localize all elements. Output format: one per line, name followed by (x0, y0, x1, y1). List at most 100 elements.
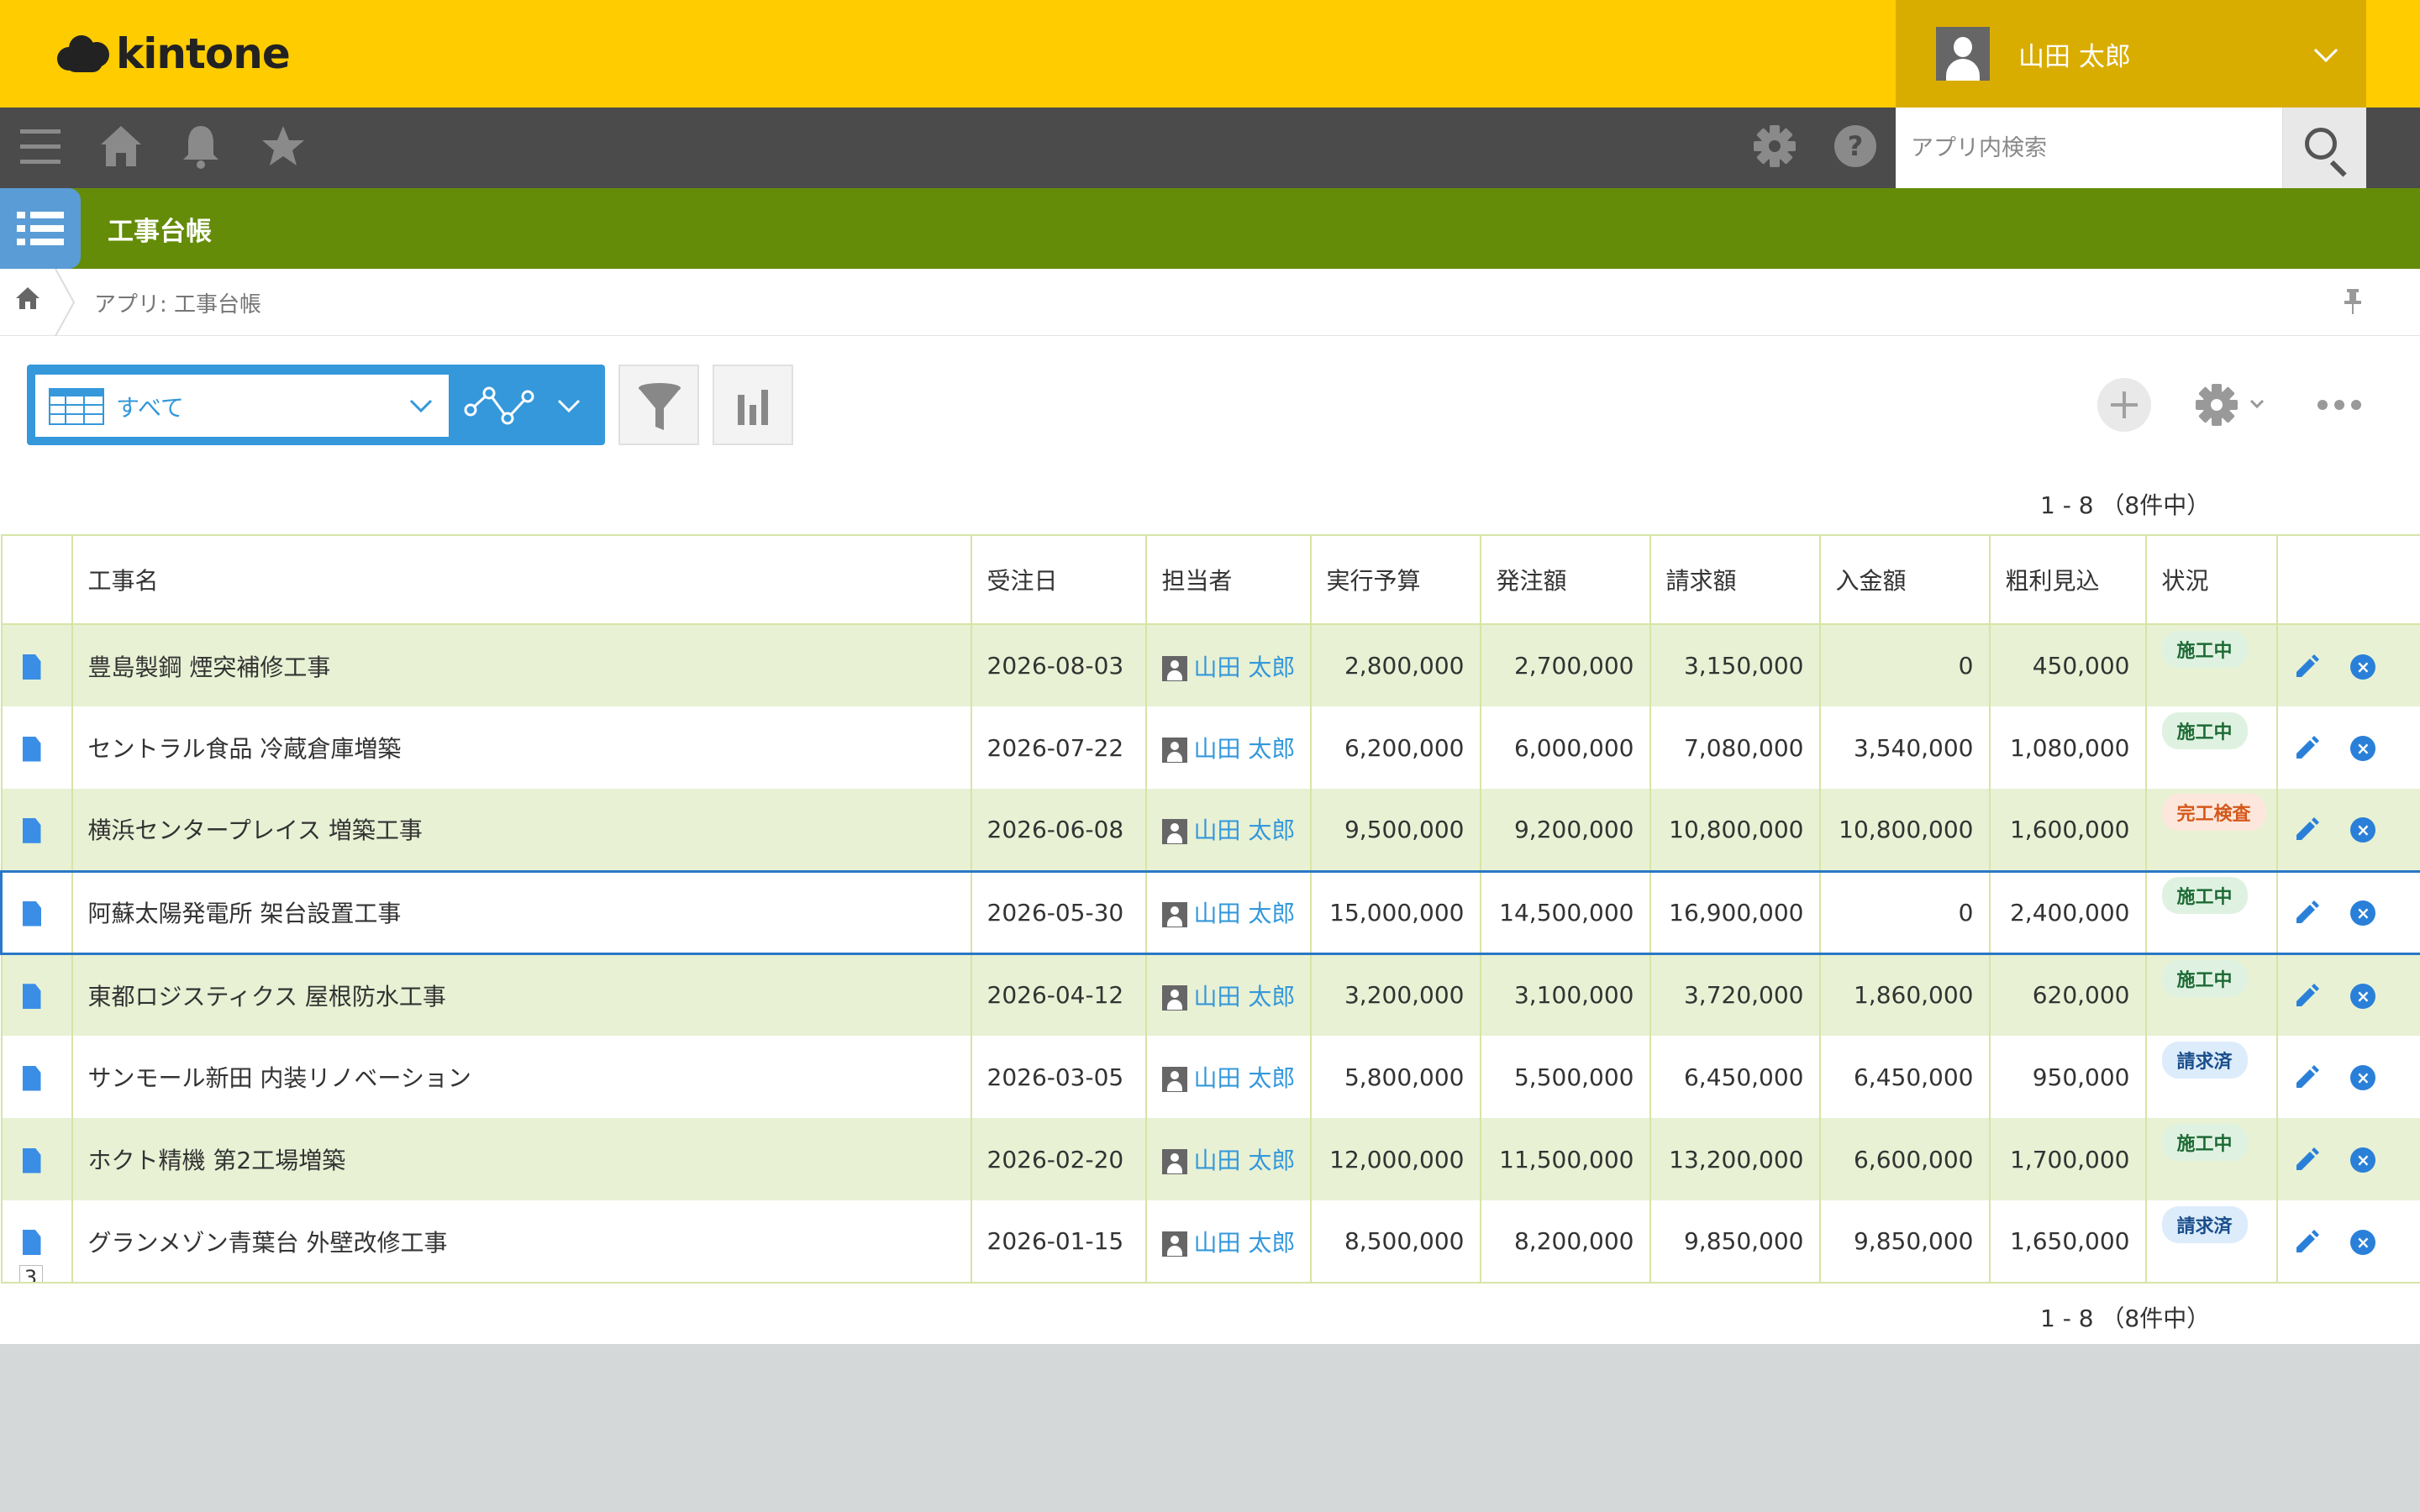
edit-pencil-icon[interactable] (2293, 983, 2320, 1010)
delete-record-icon[interactable]: × (2350, 654, 2376, 680)
column-header[interactable]: 請求額 (1649, 534, 1821, 625)
table-row[interactable]: ホクト精機 第2工場増築 2026-02-20 山田 太郎 12,000,000 11,… (0, 1118, 2420, 1200)
delete-record-icon[interactable]: × (2350, 983, 2376, 1009)
record-detail-cell[interactable] (0, 1036, 73, 1118)
svg-text:?: ? (1848, 130, 1864, 162)
invoice-amount-cell: 10,800,000 (1649, 789, 1821, 871)
paid-amount-cell: 3,540,000 (1819, 706, 1991, 789)
more-options-icon[interactable] (2317, 398, 2361, 412)
column-header[interactable]: 実行予算 (1310, 534, 1481, 625)
record-detail-icon[interactable] (22, 817, 41, 843)
record-detail-cell[interactable] (0, 789, 73, 871)
assignee-link[interactable]: 山田 太郎 (1194, 816, 1296, 844)
table-row[interactable]: セントラル食品 冷蔵倉庫増築 2026-07-22 山田 太郎 6,200,000 6,… (0, 706, 2420, 789)
gross-profit-cell: 1,700,000 (1989, 1118, 2147, 1200)
record-detail-cell[interactable]: 3 (0, 1200, 73, 1284)
assignee-link[interactable]: 山田 太郎 (1194, 900, 1296, 927)
bell-icon[interactable] (180, 123, 222, 170)
column-header-actions (2276, 534, 2420, 625)
record-detail-cell[interactable] (0, 624, 73, 706)
record-detail-icon[interactable] (22, 654, 41, 680)
edit-pencil-icon[interactable] (2293, 1229, 2320, 1256)
menu-icon[interactable] (20, 126, 60, 170)
edit-pencil-icon[interactable] (2293, 816, 2320, 843)
assignee-link[interactable]: 山田 太郎 (1194, 1064, 1296, 1092)
table-row[interactable]: サンモール新田 内装リノベーション 2026-03-05 山田 太郎 5,800,00… (0, 1036, 2420, 1118)
record-detail-icon[interactable] (23, 900, 41, 927)
home-icon[interactable] (99, 123, 143, 168)
add-record-button[interactable] (2097, 378, 2151, 432)
status-cell: 請求済 (2145, 1036, 2278, 1118)
table-row[interactable]: 豊島製鋼 煙突補修工事 2026-08-03 山田 太郎 2,800,000 2,700… (0, 624, 2420, 706)
global-header: kintone 山田 太郎 (0, 0, 2420, 108)
assignee-link[interactable]: 山田 太郎 (1194, 654, 1296, 681)
assignee-link[interactable]: 山田 太郎 (1194, 983, 1296, 1011)
delete-record-icon[interactable]: × (2350, 1065, 2376, 1090)
table-row[interactable]: 横浜センタープレイス 増築工事 2026-06-08 山田 太郎 9,500,000 9… (0, 789, 2420, 871)
app-list-icon[interactable] (0, 188, 81, 269)
settings-gear-icon[interactable] (1753, 124, 1797, 168)
record-detail-icon[interactable] (22, 1230, 41, 1255)
column-header[interactable]: 工事名 (71, 534, 972, 625)
record-detail-cell[interactable] (0, 953, 73, 1036)
record-detail-icon[interactable] (22, 1147, 41, 1173)
row-actions-cell: × (2276, 789, 2420, 871)
column-header[interactable]: 粗利見込 (1989, 534, 2147, 625)
star-icon[interactable] (260, 124, 306, 168)
edit-pencil-icon[interactable] (2293, 1147, 2320, 1173)
user-icon (1161, 738, 1187, 763)
record-detail-icon[interactable] (22, 736, 41, 762)
graph-view-icon[interactable] (464, 385, 534, 427)
delete-record-icon[interactable]: × (2350, 817, 2376, 843)
logo-text: kintone (116, 29, 291, 78)
column-header[interactable]: 担当者 (1145, 534, 1312, 625)
kintone-logo[interactable]: kintone (57, 29, 291, 79)
record-detail-icon[interactable] (22, 1065, 41, 1091)
assignee-link[interactable]: 山田 太郎 (1194, 1229, 1296, 1257)
edit-pencil-icon[interactable] (2293, 900, 2320, 927)
status-badge: 請求済 (2161, 1205, 2248, 1243)
table-row[interactable]: 3 グランメゾン青葉台 外壁改修工事 2026-01-15 山田 太郎 8,500,0… (0, 1200, 2420, 1284)
edit-pencil-icon[interactable] (2293, 1064, 2320, 1091)
view-name: すべて (116, 394, 184, 422)
delete-record-icon[interactable]: × (2350, 736, 2376, 761)
record-detail-cell[interactable] (0, 706, 73, 789)
record-detail-cell[interactable] (0, 1118, 73, 1200)
order-amount-cell: 6,000,000 (1480, 706, 1651, 789)
row-actions-cell: × (2276, 624, 2420, 706)
user-menu[interactable]: 山田 太郎 (1896, 0, 2366, 108)
column-header[interactable]: 状況 (2145, 534, 2278, 625)
pin-icon[interactable] (2343, 287, 2363, 316)
column-header[interactable]: 発注額 (1480, 534, 1651, 625)
help-icon[interactable]: ? (1833, 124, 1877, 168)
breadcrumb (0, 269, 2420, 336)
breadcrumb-home-icon[interactable] (15, 286, 40, 311)
search-button[interactable] (2282, 108, 2366, 188)
table-row[interactable]: 阿蘇太陽発電所 架台設置工事 2026-05-30 山田 太郎 15,000,000 1… (0, 869, 2420, 955)
assignee-link[interactable]: 山田 太郎 (1194, 1147, 1296, 1174)
record-detail-cell[interactable] (0, 869, 73, 955)
breadcrumb-app-link[interactable]: アプリ: 工事台帳 (94, 287, 261, 318)
column-header[interactable]: 入金額 (1819, 534, 1991, 625)
edit-pencil-icon[interactable] (2293, 654, 2320, 680)
settings-gear-icon[interactable] (2195, 383, 2238, 427)
edit-pencil-icon[interactable] (2293, 735, 2320, 762)
delete-record-icon[interactable]: × (2350, 1147, 2376, 1173)
assignee-cell: 山田 太郎 (1145, 869, 1312, 955)
filter-button[interactable] (618, 365, 699, 445)
assignee-link[interactable]: 山田 太郎 (1194, 735, 1296, 763)
paid-amount-cell: 0 (1819, 869, 1991, 955)
status-badge: 施工中 (2161, 1124, 2248, 1161)
column-header[interactable]: 受注日 (971, 534, 1147, 625)
record-detail-icon[interactable] (22, 984, 41, 1010)
table-header-row: 工事名 受注日 担当者 実行予算 発注額 請求額 入金額 粗利見込 状況 (0, 534, 2420, 625)
delete-record-icon[interactable]: × (2350, 900, 2376, 926)
app-search-input[interactable] (1896, 108, 2282, 188)
chevron-down-icon[interactable] (2249, 398, 2265, 410)
table-row[interactable]: 東都ロジスティクス 屋根防水工事 2026-04-12 山田 太郎 3,200,000… (0, 953, 2420, 1036)
delete-record-icon[interactable]: × (2350, 1229, 2376, 1255)
project-name-cell: 横浜センタープレイス 増築工事 (71, 789, 972, 871)
graph-button[interactable] (713, 365, 793, 445)
chevron-down-icon[interactable] (556, 398, 581, 415)
user-name: 山田 太郎 (2018, 41, 2131, 72)
